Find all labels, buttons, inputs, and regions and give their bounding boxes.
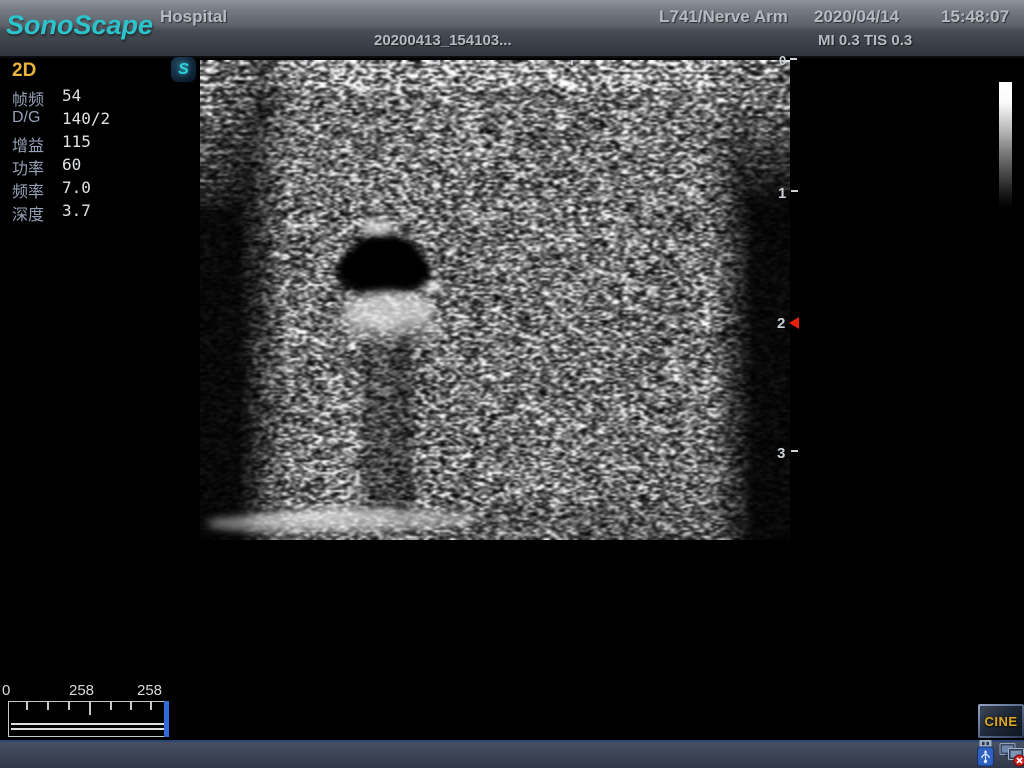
param-value: 140/2 [62,109,110,128]
top-status-bar: SonoScape Hospital L741/Nerve Arm 2020/0… [0,0,1024,58]
depth-tick [791,450,798,452]
depth-mark-2: 2 [777,315,785,332]
depth-mark-0: 0 [779,53,786,68]
cine-position-indicator[interactable] [164,701,169,737]
cine-button-label: CINE [984,714,1017,729]
param-row: 频率 7.0 [0,178,200,201]
system-time: 15:48:07 [941,7,1009,27]
param-label: 增益 [12,132,44,156]
param-label: 帧频 [12,86,44,110]
probe-orientation-mark: S [171,57,196,82]
ultrasound-machine-screen: SonoScape Hospital L741/Nerve Arm 2020/0… [0,0,1024,768]
param-label: 功率 [12,155,44,179]
depth-mark-3: 3 [777,445,785,462]
mode-label: 2D [12,60,36,82]
param-value: 7.0 [62,178,91,197]
depth-mark-1: 1 [778,185,786,202]
cine-scale-mid: 258 [69,682,94,699]
param-row: 增益 115 [0,132,200,155]
cine-ruler-tick [110,702,112,710]
cine-ruler-tick [47,702,49,710]
system-date: 2020/04/14 [814,7,899,27]
param-row: 功率 60 [0,155,200,178]
cine-ruler-tick [26,702,28,710]
ultrasound-image[interactable] [200,60,790,540]
cine-scale-start: 0 [2,682,10,699]
param-value: 54 [62,86,81,105]
param-row: 深度 3.7 [0,201,200,224]
param-label: 深度 [12,201,44,225]
cine-ruler-tick [68,702,70,710]
network-disconnected-icon[interactable] [999,740,1024,768]
param-label: D/G [12,109,40,127]
hospital-name: Hospital [160,7,227,27]
focus-marker-icon[interactable] [789,317,799,329]
mi-tis-indices: MI 0.3 TIS 0.3 [818,32,912,49]
param-row: D/G 140/2 [0,109,200,132]
exam-id: 20200413_154103... [374,32,512,49]
brand-logo: SonoScape [6,10,153,41]
bottom-status-strip [0,740,1024,768]
probe-preset: L741/Nerve Arm [659,7,788,27]
grayscale-map-bar [999,82,1012,208]
param-value: 115 [62,132,91,151]
cine-ruler-tick [150,702,152,710]
cine-ruler-tick [89,702,91,715]
cine-ruler-tick [130,702,132,710]
param-row: 帧频 54 [0,86,200,109]
param-label: 频率 [12,178,44,202]
depth-tick [791,190,798,192]
cine-progress-bar[interactable] [8,701,169,737]
depth-tick [790,58,797,60]
cine-button-face: CINE [980,706,1022,736]
param-value: 3.7 [62,201,91,220]
param-value: 60 [62,155,81,174]
cine-track-line [11,723,164,730]
cine-button[interactable]: CINE [978,704,1024,738]
usb-icon[interactable] [974,739,997,768]
cine-scale-end: 258 [137,682,162,699]
